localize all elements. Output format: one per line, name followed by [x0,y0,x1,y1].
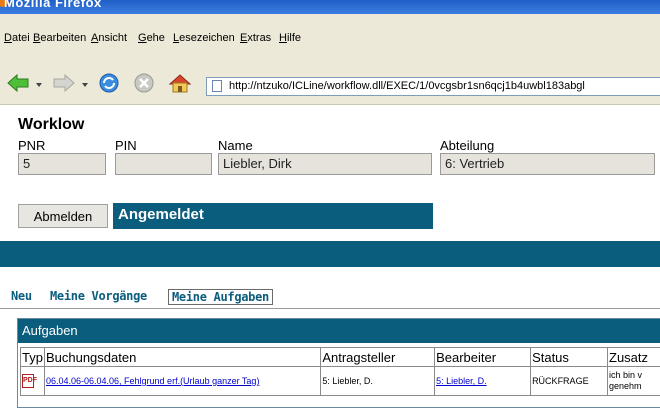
table-row: PDF 06.04.06-06.04.06, Fehlgrund erf.(Ur… [20,366,660,396]
tasks-header: Aufgaben [18,319,660,343]
tasks-table: Typ Buchungsdaten Antragsteller Bearbeit… [20,347,660,396]
abteilung-field[interactable]: 6: Vertrieb [440,153,655,175]
cell-typ: PDF [20,366,45,396]
header-banner [0,241,660,267]
menu-ansicht[interactable]: Ansicht [91,32,127,44]
menu-datei[interactable]: Datei [4,32,30,44]
page-title: Worklow [18,116,85,133]
pdf-document-icon[interactable]: PDF [22,374,37,388]
pnr-label: PNR [18,138,46,153]
stop-icon[interactable] [133,72,155,94]
menu-extras[interactable]: Extras [240,32,271,44]
abteilung-label: Abteilung [440,138,495,153]
cell-buchungsdaten: 06.04.06-06.04.06, Fehlgrund erf.(Urlaub… [43,366,322,396]
col-zusatz: Zusatz [607,347,660,367]
col-typ: Typ [20,347,45,367]
menu-gehe[interactable]: Gehe [138,32,165,44]
menu-bearbeiten[interactable]: Bearbeiten [33,32,86,44]
tab-neu[interactable]: Neu [11,289,32,303]
col-bearbeiter: Bearbeiter [434,347,532,367]
table-header-row: Typ Buchungsdaten Antragsteller Bearbeit… [20,347,660,367]
cell-bearbeiter: 5: Liebler, D. [434,366,532,396]
back-arrow-icon[interactable] [6,72,30,94]
col-status: Status [530,347,608,367]
task-tabs: Neu Meine Vorgänge Meine Aufgaben [0,289,660,309]
pin-field[interactable] [115,153,212,175]
page-icon [212,80,222,92]
login-status: Angemeldet [113,203,433,229]
bearbeiter-link[interactable]: 5: Liebler, D. [436,376,487,386]
col-antragsteller: Antragsteller [320,347,436,367]
menu-bar: Datei Bearbeiten Ansicht Gehe Lesezeiche… [0,14,660,60]
tab-meine-vorgaenge[interactable]: Meine Vorgänge [50,289,147,303]
pin-label: PIN [115,138,137,153]
forward-arrow-icon[interactable] [52,72,76,94]
address-bar[interactable]: http://ntzuko/ICLine/workflow.dll/EXEC/1… [206,77,660,96]
page-content: Worklow PNR PIN Name Abteilung 5 Liebler… [0,105,660,412]
home-icon[interactable] [168,72,192,94]
zusatz-line2: genehm [609,381,642,391]
window-title-bar: Mozilla Firefox [0,0,660,14]
forward-dropdown-icon[interactable] [82,83,88,87]
pnr-field[interactable]: 5 [18,153,106,175]
menu-hilfe[interactable]: Hilfe [279,32,301,44]
cell-zusatz: ich bin v genehm [607,366,660,396]
back-dropdown-icon[interactable] [36,83,42,87]
cell-antragsteller: 5: Liebler, D. [320,366,436,396]
address-url: http://ntzuko/ICLine/workflow.dll/EXEC/1… [229,80,585,92]
cell-status: RÜCKFRAGE [530,366,608,396]
logout-button[interactable]: Abmelden [18,204,108,228]
booking-link[interactable]: 06.04.06-06.04.06, Fehlgrund erf.(Urlaub… [46,376,259,386]
zusatz-line1: ich bin v [609,370,643,380]
navigation-toolbar: http://ntzuko/ICLine/workflow.dll/EXEC/1… [0,60,660,105]
tab-divider [0,308,660,309]
window-title: Mozilla Firefox [4,0,102,10]
col-buchungsdaten: Buchungsdaten [43,347,322,367]
tasks-panel: Aufgaben Typ Buchungsdaten Antragsteller… [17,318,660,408]
menu-lesezeichen[interactable]: Lesezeichen [173,32,235,44]
tab-meine-aufgaben[interactable]: Meine Aufgaben [168,289,273,305]
name-label: Name [218,138,253,153]
name-field[interactable]: Liebler, Dirk [218,153,432,175]
reload-icon[interactable] [98,72,120,94]
